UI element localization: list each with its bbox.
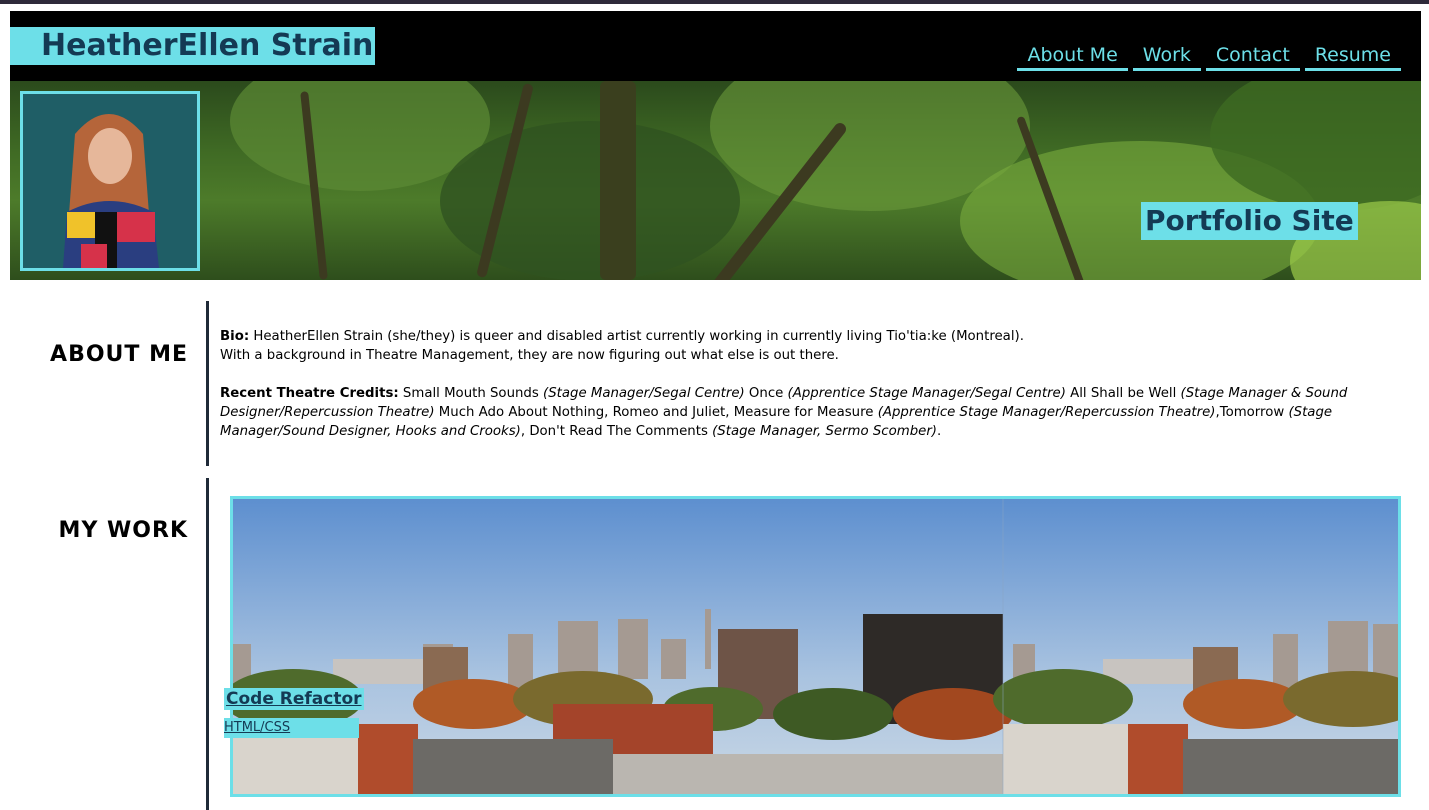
credit-role: (Apprentice Stage Manager/Segal Centre) [787,386,1066,401]
profile-photo [20,91,200,271]
credit-title: Much Ado About Nothing, Romeo and Juliet… [434,405,878,420]
nav-resume[interactable]: Resume [1304,42,1401,71]
about-heading: ABOUT ME [50,342,188,367]
credit-title: Small Mouth Sounds [398,386,544,401]
credit-title: , Don't Read The Comments [520,424,713,439]
hero-banner: Portfolio Site [10,81,1421,280]
about-text: Bio: HeatherEllen Strain (she/they) is q… [220,327,1390,441]
bio-paragraph: Bio: HeatherEllen Strain (she/they) is q… [220,327,1390,346]
site-header: HeatherEllen Strain About Me Work Contac… [10,11,1421,81]
project-title-link[interactable]: Code Refactor [224,688,364,710]
credit-title: ,Tomorrow [1215,405,1289,420]
nav-contact[interactable]: Contact [1205,42,1300,71]
bio-line-1: HeatherEllen Strain (she/they) is queer … [249,329,1024,344]
bio-label: Bio: [220,329,250,344]
credit-title: . [936,424,942,439]
portfolio-label: Portfolio Site [1141,202,1358,240]
credits-label: Recent Theatre Credits: [220,386,399,401]
work-heading: MY WORK [58,518,188,543]
nav-about-me[interactable]: About Me [1017,42,1128,71]
bio-line-2: With a background in Theatre Management,… [220,348,839,363]
credits-paragraph: Recent Theatre Credits: Small Mouth Soun… [220,384,1390,441]
credit-role: (Stage Manager, Sermo Scomber) [712,424,937,439]
credit-role: (Stage Manager/Segal Centre) [543,386,745,401]
project-tech-link[interactable]: HTML/CSS [224,718,359,738]
credit-title: All Shall be Well [1065,386,1181,401]
nav-work[interactable]: Work [1132,42,1201,71]
credit-title: Once [744,386,788,401]
credit-role: (Apprentice Stage Manager/Repercussion T… [877,405,1216,420]
top-border [0,0,1429,4]
work-divider [206,478,209,810]
site-title: HeatherEllen Strain [10,27,376,65]
about-divider [206,301,209,466]
project-card-image[interactable] [230,496,1401,797]
main-nav: About Me Work Contact Resume [1017,42,1401,71]
